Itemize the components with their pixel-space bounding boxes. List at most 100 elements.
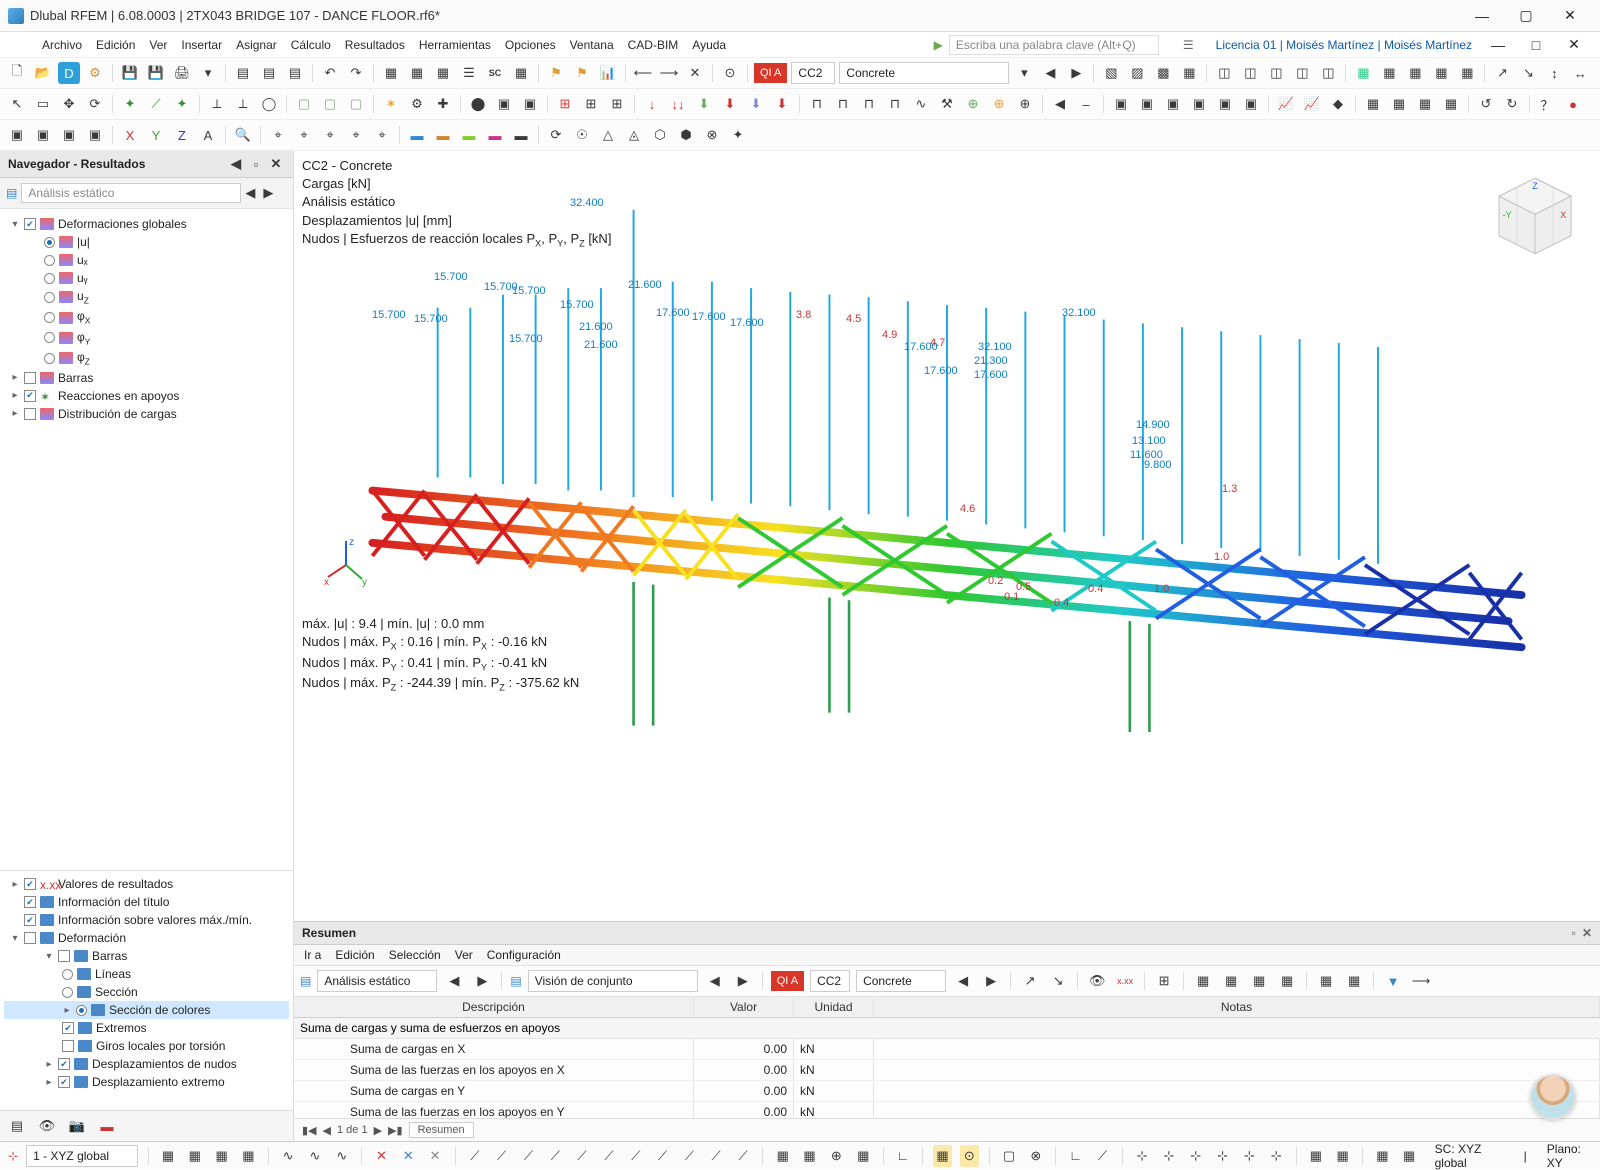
sm-t5-icon[interactable]: ⊞ bbox=[1153, 970, 1175, 992]
sb-c2-icon[interactable]: ⟋ bbox=[1093, 1145, 1112, 1167]
chk-deform2[interactable] bbox=[24, 932, 36, 944]
w4-icon[interactable]: ◬ bbox=[623, 124, 645, 146]
sb-f2-icon[interactable]: ▦ bbox=[1400, 1145, 1419, 1167]
summary-close-icon[interactable]: ✕ bbox=[1582, 926, 1592, 940]
menu-resultados[interactable]: Resultados bbox=[345, 38, 405, 52]
q-icon[interactable]: ？ bbox=[1536, 93, 1558, 115]
arrow-left-icon[interactable]: ⟵ bbox=[632, 62, 654, 84]
st1-icon[interactable]: ▣ bbox=[1110, 93, 1132, 115]
r4-icon[interactable]: ▬ bbox=[484, 124, 506, 146]
sb-e2-icon[interactable]: ▦ bbox=[1333, 1145, 1352, 1167]
frame4-icon[interactable]: ⊓ bbox=[884, 93, 906, 115]
hdr-notes[interactable]: Notas bbox=[874, 997, 1600, 1017]
sb-b2-icon[interactable]: ⊗ bbox=[1026, 1145, 1045, 1167]
chk-dist[interactable] bbox=[24, 408, 36, 420]
print-icon[interactable]: 🖨 bbox=[171, 62, 193, 84]
minus-icon[interactable]: – bbox=[1075, 93, 1097, 115]
sb-ax-icon[interactable]: ∟ bbox=[893, 1145, 912, 1167]
zoom-icon[interactable]: 🔍 bbox=[232, 124, 254, 146]
w1-icon[interactable]: ⟳ bbox=[545, 124, 567, 146]
chk-infotit[interactable] bbox=[24, 896, 36, 908]
r1-icon[interactable]: ▬ bbox=[406, 124, 428, 146]
sb-i2-icon[interactable]: ▦ bbox=[185, 1145, 204, 1167]
table1-icon[interactable]: ▦ bbox=[380, 62, 402, 84]
menu-archivo[interactable]: Archivo bbox=[42, 38, 82, 52]
view-f-icon[interactable]: ◫ bbox=[1239, 62, 1261, 84]
sb-i1-icon[interactable]: ▦ bbox=[159, 1145, 178, 1167]
load5-icon[interactable]: ⬇ bbox=[745, 93, 767, 115]
sm-t4-icon[interactable]: x.xx bbox=[1114, 970, 1136, 992]
star-icon[interactable]: ✶ bbox=[380, 93, 402, 115]
sb-g1-icon[interactable]: ▦ bbox=[773, 1145, 792, 1167]
cross-icon[interactable]: ✕ bbox=[684, 62, 706, 84]
graph-icon[interactable]: 📊 bbox=[597, 62, 619, 84]
graph2-icon[interactable]: 📈 bbox=[1275, 93, 1297, 115]
menu-asignar[interactable]: Asignar bbox=[236, 38, 277, 52]
sb-i10-icon[interactable]: ✕ bbox=[426, 1145, 445, 1167]
snap4-icon[interactable]: ⌖ bbox=[345, 124, 367, 146]
sb-a4-icon[interactable]: ⟋ bbox=[546, 1145, 565, 1167]
w5-icon[interactable]: ⬡ bbox=[649, 124, 671, 146]
chk-extremos[interactable] bbox=[62, 1022, 74, 1034]
menu-ventana[interactable]: Ventana bbox=[570, 38, 614, 52]
close-button[interactable]: ✕ bbox=[1548, 2, 1592, 30]
view-g-icon[interactable]: ◫ bbox=[1265, 62, 1287, 84]
tree-extremos[interactable]: Extremos bbox=[96, 1021, 147, 1035]
load4-icon[interactable]: ⬇ bbox=[719, 93, 741, 115]
radio-lineas[interactable] bbox=[62, 969, 73, 980]
table-row[interactable]: Suma de cargas en X 0.00 kN bbox=[294, 1039, 1600, 1060]
pg-first-icon[interactable]: ▮◀ bbox=[302, 1124, 317, 1137]
tree-u[interactable]: |u| bbox=[77, 235, 90, 249]
redo-icon[interactable]: ↷ bbox=[345, 62, 367, 84]
sm-t1-icon[interactable]: ↗ bbox=[1019, 970, 1041, 992]
load3-icon[interactable]: ⬇ bbox=[693, 93, 715, 115]
sb-a5-icon[interactable]: ⟋ bbox=[573, 1145, 592, 1167]
tree-py[interactable]: φY bbox=[77, 330, 90, 346]
sm-seleccion[interactable]: Selección bbox=[389, 948, 441, 962]
sb-a10-icon[interactable]: ⟋ bbox=[707, 1145, 726, 1167]
sm-t3-icon[interactable]: 👁 bbox=[1086, 970, 1108, 992]
sm-filter-icon[interactable]: ▼ bbox=[1382, 970, 1404, 992]
tree-despnud[interactable]: Desplazamientos de nudos bbox=[92, 1057, 237, 1071]
tree-deformaciones[interactable]: Deformaciones globales bbox=[58, 217, 187, 231]
cc-dropdown-icon[interactable]: ▾ bbox=[1013, 62, 1035, 84]
arrow-right-icon[interactable]: ⟶ bbox=[658, 62, 680, 84]
view-i-icon[interactable]: ◫ bbox=[1317, 62, 1339, 84]
cc-name-select[interactable]: Concrete bbox=[839, 62, 1009, 84]
node-icon[interactable]: ✦ bbox=[119, 93, 141, 115]
st4-icon[interactable]: ▣ bbox=[1188, 93, 1210, 115]
w7-icon[interactable]: ⊗ bbox=[701, 124, 723, 146]
st3-icon[interactable]: ▣ bbox=[1162, 93, 1184, 115]
menu-ver[interactable]: Ver bbox=[149, 38, 167, 52]
navtab-res-icon[interactable]: ▬ bbox=[96, 1115, 118, 1137]
table2-icon[interactable]: ▦ bbox=[406, 62, 428, 84]
load2-icon[interactable]: ↓↓ bbox=[667, 93, 689, 115]
list-icon[interactable]: ☰ bbox=[458, 62, 480, 84]
g2-icon[interactable]: ▦ bbox=[1388, 93, 1410, 115]
cube-icon[interactable]: ▣ bbox=[493, 93, 515, 115]
grid2-icon[interactable]: ▦ bbox=[1378, 62, 1400, 84]
chk-infomax[interactable] bbox=[24, 914, 36, 926]
dropdown-icon[interactable]: ▾ bbox=[197, 62, 219, 84]
gear-icon[interactable]: ⚙ bbox=[84, 62, 106, 84]
radio-uy[interactable] bbox=[44, 273, 55, 284]
sm-qia[interactable]: QI A bbox=[771, 971, 804, 991]
sb-d4-icon[interactable]: ⊹ bbox=[1213, 1145, 1232, 1167]
save-icon[interactable]: 💾 bbox=[119, 62, 141, 84]
move-icon[interactable]: ✥ bbox=[58, 93, 80, 115]
analysis-prev-icon[interactable]: ◀ bbox=[241, 182, 259, 204]
sb-coord-icon[interactable]: ⊹ bbox=[8, 1149, 18, 1163]
save-all-icon[interactable]: 💾 bbox=[145, 62, 167, 84]
tree-barras[interactable]: Barras bbox=[58, 371, 93, 385]
tree-valores[interactable]: Valores de resultados bbox=[58, 877, 173, 891]
tree-seccol[interactable]: Sección de colores bbox=[109, 1003, 210, 1017]
grid1-icon[interactable]: ▦ bbox=[1352, 62, 1374, 84]
prism-icon[interactable]: ◆ bbox=[1327, 93, 1349, 115]
open-icon[interactable]: 📂 bbox=[32, 62, 54, 84]
arrow4-icon[interactable]: ↔ bbox=[1569, 62, 1591, 84]
cursor-icon[interactable]: ↖ bbox=[6, 93, 28, 115]
tree-despext[interactable]: Desplazamiento extremo bbox=[92, 1075, 225, 1089]
w6-icon[interactable]: ⬢ bbox=[675, 124, 697, 146]
sb-d1-icon[interactable]: ⊹ bbox=[1133, 1145, 1152, 1167]
sm-prev3-icon[interactable]: ◀ bbox=[952, 970, 974, 992]
